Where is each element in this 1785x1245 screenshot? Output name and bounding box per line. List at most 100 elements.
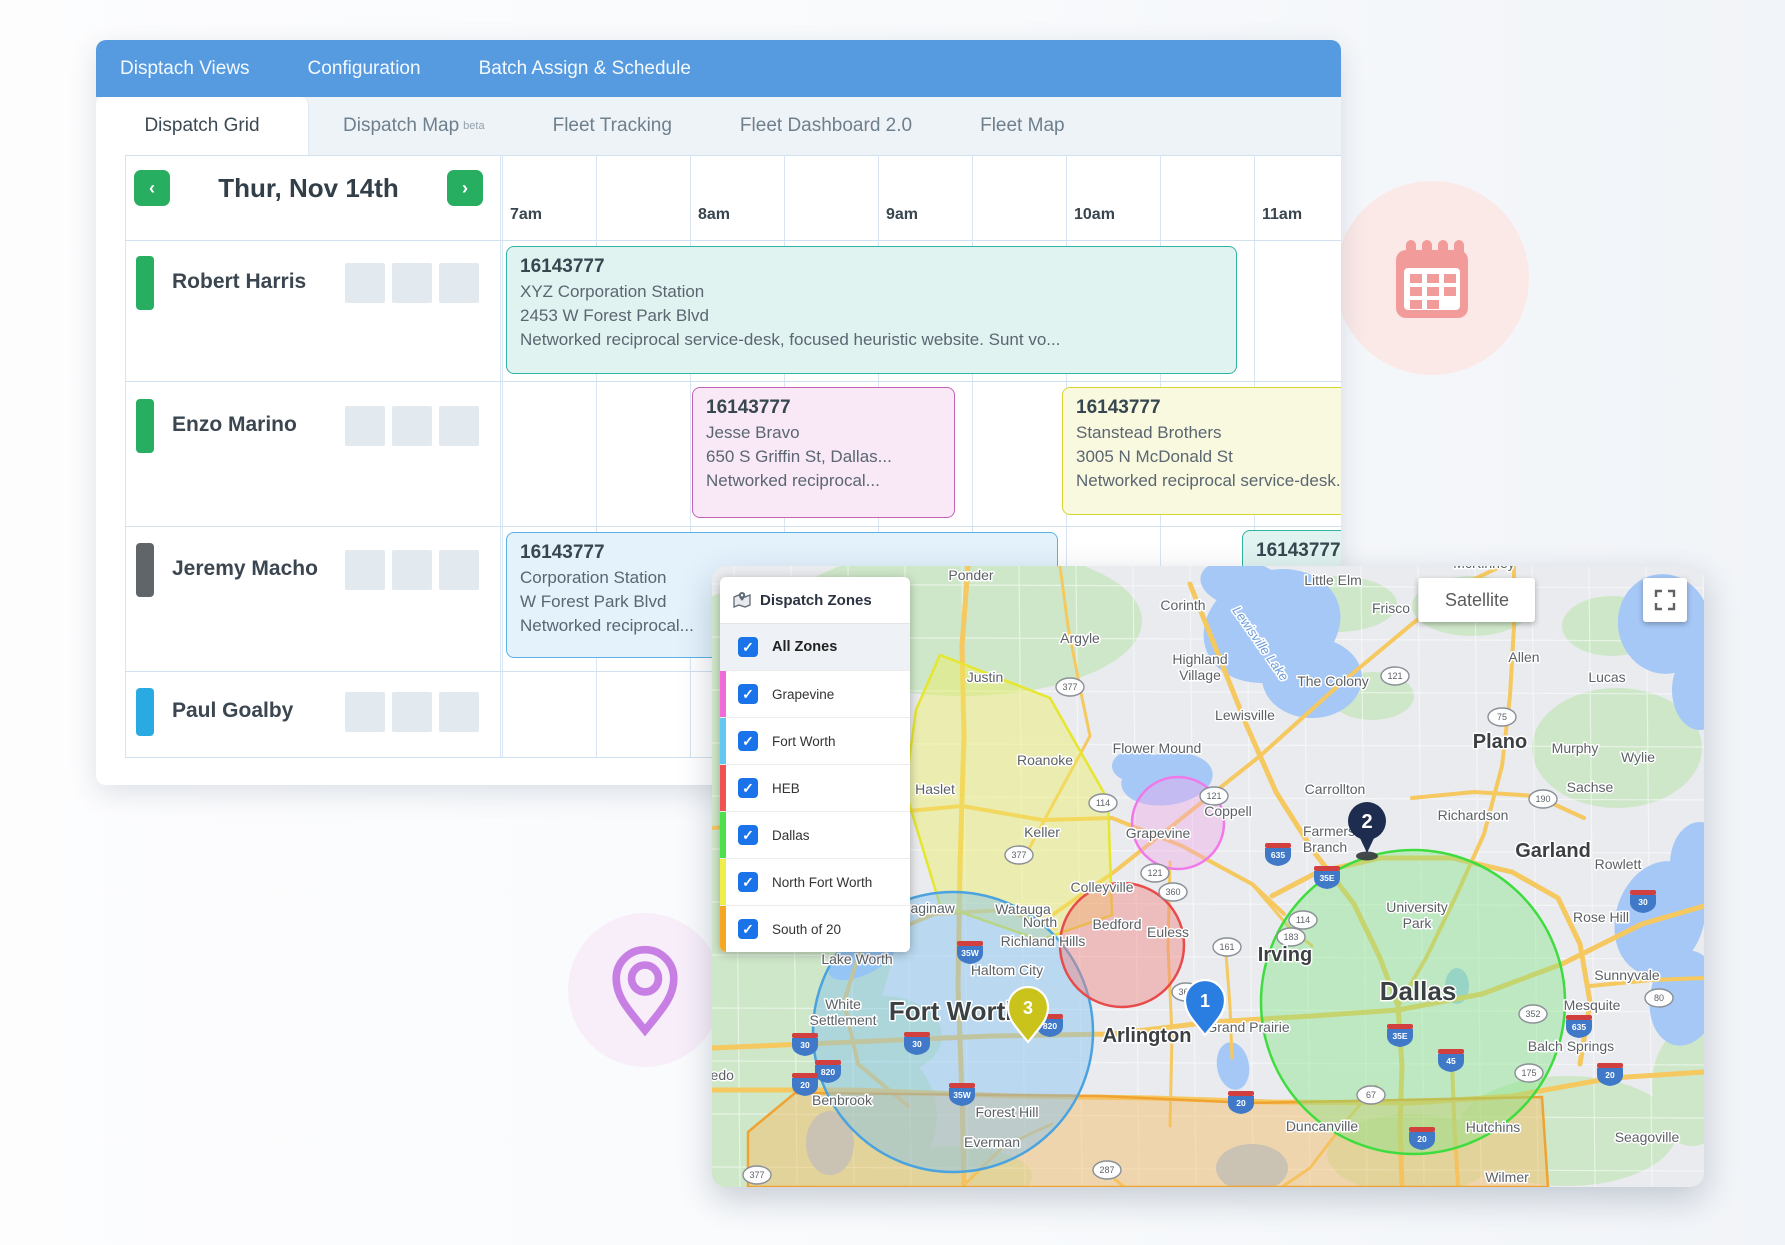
- fullscreen-button[interactable]: [1643, 578, 1687, 622]
- tab-fleet-dashboard-2-0[interactable]: Fleet Dashboard 2.0: [706, 97, 946, 155]
- route-shield: 67: [1357, 1086, 1385, 1104]
- time-label: 7am: [510, 206, 590, 228]
- map-label-branch: Branch: [1303, 839, 1347, 855]
- zone-row-south-of-20[interactable]: ✓South of 20: [720, 905, 910, 952]
- driver-status-bar: [136, 256, 154, 310]
- svg-text:30: 30: [800, 1040, 810, 1050]
- map-label-forest-hill: Forest Hill: [975, 1104, 1038, 1120]
- svg-text:820: 820: [1043, 1021, 1057, 1031]
- zone-row-fort-worth[interactable]: ✓Fort Worth: [720, 717, 910, 764]
- map-label-balch-springs: Balch Springs: [1528, 1038, 1614, 1054]
- map-label-highland: Highland: [1172, 651, 1227, 667]
- event-line: 3005 N McDonald St: [1076, 445, 1341, 469]
- map-label-euless: Euless: [1147, 924, 1189, 940]
- map-label-aledo: Aledo: [712, 1067, 734, 1083]
- map-label-benbrook: Benbrook: [812, 1092, 873, 1108]
- map-label-carrollton: Carrollton: [1305, 781, 1366, 797]
- tab-label: Fleet Map: [980, 115, 1064, 137]
- route-shield: 352: [1519, 1005, 1547, 1023]
- event-card[interactable]: 16143777Jesse Bravo650 S Griffin St, Dal…: [692, 387, 955, 518]
- zone-checkbox[interactable]: ✓: [738, 919, 758, 939]
- map-label-ponder: Ponder: [948, 567, 993, 583]
- event-line: 2453 W Forest Park Blvd: [520, 304, 1223, 328]
- svg-text:161: 161: [1219, 942, 1234, 952]
- map-label-arlington: Arlington: [1103, 1025, 1192, 1047]
- zone-row-all-zones[interactable]: ✓ All Zones: [720, 624, 910, 670]
- zone-row-north-fort-worth[interactable]: ✓North Fort Worth: [720, 858, 910, 905]
- driver-placeholder-square: [392, 406, 432, 446]
- map-label-settlement: Settlement: [810, 1012, 877, 1028]
- route-shield: 377: [1005, 846, 1033, 864]
- svg-text:377: 377: [1011, 850, 1026, 860]
- zone-row-dallas[interactable]: ✓ Dallas: [720, 811, 910, 858]
- svg-text:121: 121: [1147, 868, 1162, 878]
- tab-dispatch-map[interactable]: Dispatch Mapbeta: [309, 97, 519, 155]
- row-border: [125, 526, 1341, 527]
- event-card[interactable]: 16143777XYZ Corporation Station2453 W Fo…: [506, 246, 1237, 374]
- driver-status-bar: [136, 399, 154, 453]
- event-card[interactable]: 16143777Stanstead Brothers3005 N McDonal…: [1062, 387, 1341, 515]
- svg-text:30: 30: [1638, 897, 1648, 907]
- zone-checkbox[interactable]: ✓: [738, 778, 758, 798]
- svg-text:114: 114: [1296, 915, 1310, 925]
- route-shield: 121: [1141, 864, 1169, 882]
- zone-checkbox[interactable]: ✓: [738, 637, 758, 657]
- tab-fleet-map[interactable]: Fleet Map: [946, 97, 1098, 155]
- driver-placeholder-square: [439, 550, 479, 590]
- zone-checkbox[interactable]: ✓: [738, 872, 758, 892]
- nav-item-disptach-views[interactable]: Disptach Views: [120, 58, 250, 80]
- row-border: [125, 381, 1341, 382]
- svg-text:287: 287: [1099, 1165, 1114, 1175]
- event-number: 16143777: [1256, 538, 1341, 564]
- time-gridline: [502, 155, 503, 757]
- row-border: [125, 240, 1341, 241]
- map-label-justin: Justin: [967, 669, 1004, 685]
- tab-fleet-tracking[interactable]: Fleet Tracking: [519, 97, 706, 155]
- driver-placeholder-square: [345, 406, 385, 446]
- map-label-murphy: Murphy: [1552, 740, 1599, 756]
- driver-placeholder-square: [392, 263, 432, 303]
- driver-placeholder-square: [439, 406, 479, 446]
- interstate-shield: 35E: [1387, 1024, 1413, 1047]
- map-label-frisco: Frisco: [1372, 600, 1410, 616]
- zone-checkbox[interactable]: ✓: [738, 731, 758, 751]
- zone-checkbox[interactable]: ✓: [738, 684, 758, 704]
- zone-label: All Zones: [772, 639, 837, 655]
- date-label: Thur, Nov 14th: [170, 173, 447, 204]
- nav-item-batch-assign-schedule[interactable]: Batch Assign & Schedule: [479, 58, 691, 80]
- location-pin-decoration: [568, 913, 722, 1067]
- zone-label: Dallas: [772, 828, 810, 843]
- zone-row-heb[interactable]: ✓HEB: [720, 764, 910, 811]
- map-label-the-colony: The Colony: [1297, 673, 1369, 689]
- event-number: 16143777: [520, 254, 1223, 280]
- map-label-argyle: Argyle: [1060, 630, 1100, 646]
- map-label-garland: Garland: [1515, 840, 1591, 862]
- zone-checkbox[interactable]: ✓: [738, 825, 758, 845]
- map-label-keller: Keller: [1024, 824, 1060, 840]
- driver-status-bar: [136, 543, 154, 597]
- driver-placeholder-square: [392, 550, 432, 590]
- zone-row-grapevine[interactable]: ✓Grapevine: [720, 670, 910, 717]
- satellite-button[interactable]: Satellite: [1418, 578, 1535, 622]
- svg-text:183: 183: [1283, 932, 1298, 942]
- time-label: 11am: [1262, 206, 1341, 228]
- map-label-grand-prairie: Grand Prairie: [1206, 1019, 1289, 1035]
- svg-text:20: 20: [1605, 1070, 1615, 1080]
- route-shield: 75: [1488, 708, 1516, 726]
- tab-dispatch-grid[interactable]: Dispatch Grid: [96, 97, 309, 155]
- map-label-grapevine: Grapevine: [1126, 825, 1191, 841]
- zone-color-stripe: [720, 718, 726, 764]
- nav-item-configuration[interactable]: Configuration: [308, 58, 421, 80]
- svg-text:114: 114: [1096, 798, 1110, 808]
- map-label-mckinney: McKinney: [1453, 566, 1514, 571]
- prev-day-button[interactable]: ‹: [134, 170, 170, 206]
- driver-status-bar: [136, 688, 154, 736]
- map-label-village: Village: [1179, 667, 1221, 683]
- event-line: XYZ Corporation Station: [520, 280, 1223, 304]
- interstate-shield: 20: [1228, 1091, 1254, 1114]
- zones-panel-title: Dispatch Zones: [760, 592, 872, 609]
- next-day-button[interactable]: ›: [447, 170, 483, 206]
- map-label-lucas: Lucas: [1588, 669, 1625, 685]
- event-number: 16143777: [706, 395, 941, 421]
- map-label-allen: Allen: [1508, 649, 1539, 665]
